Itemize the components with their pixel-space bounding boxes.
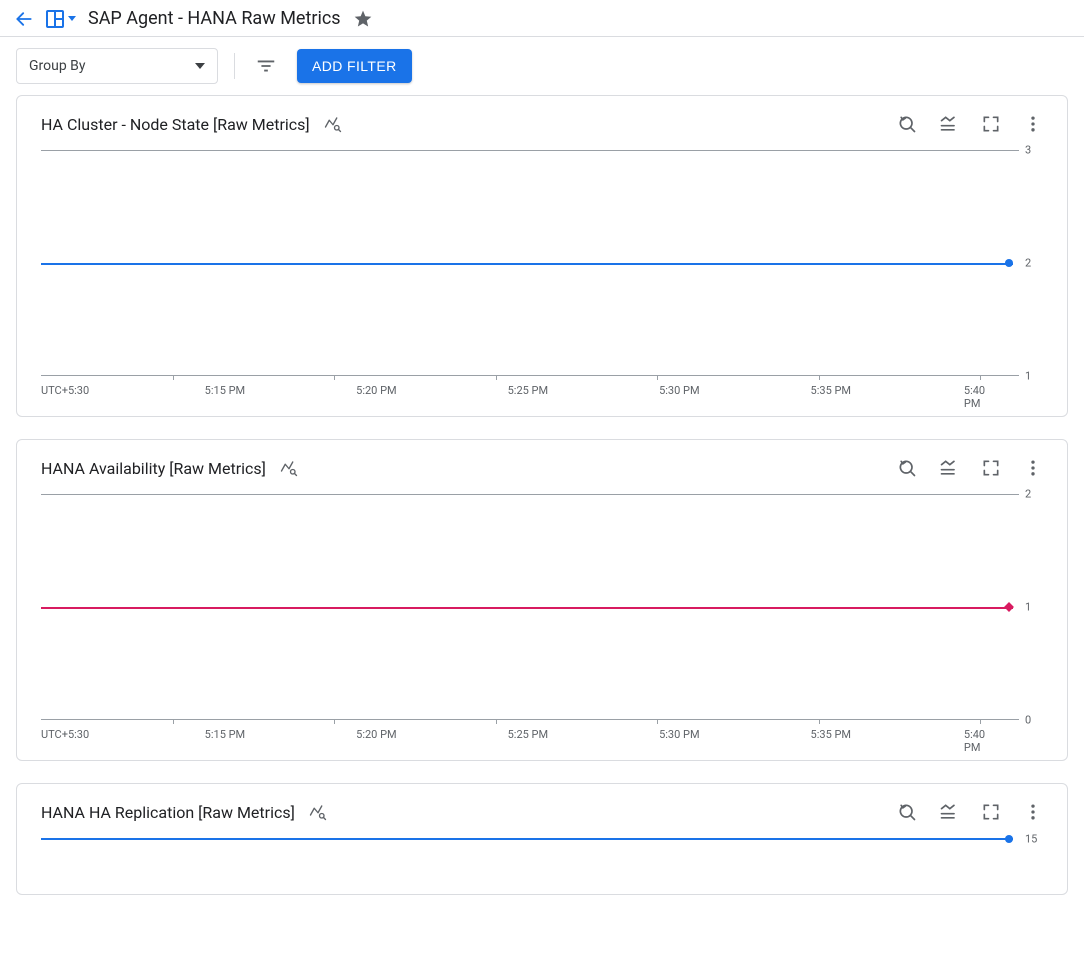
x-tick: [173, 375, 174, 380]
x-tick: [173, 719, 174, 724]
x-tick-label: 5:40 PM: [964, 728, 1001, 754]
series-line: [41, 838, 1013, 840]
chart-title: HANA Availability [Raw Metrics]: [41, 459, 266, 478]
metrics-explorer-icon[interactable]: [280, 459, 298, 477]
chart-card-actions: [897, 802, 1043, 822]
legend-toggle-icon[interactable]: [939, 114, 959, 134]
chart-title: HA Cluster - Node State [Raw Metrics]: [41, 115, 310, 134]
chart-plot-area[interactable]: [41, 150, 1019, 376]
chart-body: 15: [17, 832, 1067, 894]
page-header: SAP Agent - HANA Raw Metrics: [0, 0, 1084, 37]
x-tick-label: 5:35 PM: [811, 384, 851, 397]
x-tick-label: 5:15 PM: [205, 384, 245, 397]
toolbar-divider: [234, 53, 235, 79]
x-tick-label: 5:40 PM: [964, 384, 1001, 410]
chart-x-axis: UTC+5:30 5:15 PM 5:20 PM 5:25 PM 5:30 PM 5:3…: [41, 384, 1043, 398]
reset-zoom-icon[interactable]: [897, 114, 917, 134]
x-tick-label: 5:30 PM: [659, 728, 699, 741]
filter-icon[interactable]: [251, 51, 281, 81]
series-line: [41, 263, 1013, 265]
x-tick: [819, 719, 820, 724]
chart-card-header: HANA HA Replication [Raw Metrics]: [17, 784, 1067, 832]
fullscreen-icon[interactable]: [981, 114, 1001, 134]
back-arrow-icon[interactable]: [14, 9, 34, 29]
page-title: SAP Agent - HANA Raw Metrics: [88, 8, 341, 29]
series-marker: [1004, 602, 1014, 612]
x-tick: [334, 719, 335, 724]
add-filter-button[interactable]: ADD FILTER: [297, 49, 412, 83]
more-options-icon[interactable]: [1023, 114, 1043, 134]
chart-y-axis: 321: [1019, 150, 1043, 376]
group-by-dropdown[interactable]: Group By: [16, 48, 218, 84]
fullscreen-icon[interactable]: [981, 802, 1001, 822]
chart-card-header: HANA Availability [Raw Metrics]: [17, 440, 1067, 488]
y-tick-label: 2: [1025, 488, 1031, 501]
chart-card-header: HA Cluster - Node State [Raw Metrics]: [17, 96, 1067, 144]
chart-y-axis: 210: [1019, 494, 1043, 720]
more-options-icon[interactable]: [1023, 802, 1043, 822]
timezone-label: UTC+5:30: [41, 384, 101, 398]
chevron-down-icon: [68, 16, 76, 21]
x-tick: [980, 375, 981, 380]
metrics-explorer-icon[interactable]: [324, 115, 342, 133]
chart-card: HANA HA Replication [Raw Metrics]: [16, 783, 1068, 895]
more-options-icon[interactable]: [1023, 458, 1043, 478]
chart-body: 321 UTC+5:30 5:15 PM5:20 PM5:25 PM5:30 P…: [17, 144, 1067, 416]
y-tick-label: 15: [1025, 833, 1037, 846]
fullscreen-icon[interactable]: [981, 458, 1001, 478]
chart-title: HANA HA Replication [Raw Metrics]: [41, 803, 295, 822]
y-tick-label: 2: [1025, 257, 1031, 270]
chart-body: 210 UTC+5:30 5:15 PM5:20 PM5:25 PM5:30 P…: [17, 488, 1067, 760]
chart-card: HA Cluster - Node State [Raw Metrics]: [16, 95, 1068, 417]
x-tick: [657, 719, 658, 724]
reset-zoom-icon[interactable]: [897, 802, 917, 822]
y-tick-label: 0: [1025, 714, 1031, 727]
legend-toggle-icon[interactable]: [939, 802, 959, 822]
x-tick: [496, 375, 497, 380]
chart-card-list: HA Cluster - Node State [Raw Metrics]: [0, 95, 1084, 915]
chart-card-actions: [897, 458, 1043, 478]
x-tick: [980, 719, 981, 724]
x-tick: [334, 375, 335, 380]
dashboard-dropdown-icon[interactable]: [46, 10, 76, 28]
y-tick-label: 1: [1025, 370, 1031, 383]
reset-zoom-icon[interactable]: [897, 458, 917, 478]
x-tick-label: 5:20 PM: [356, 384, 396, 397]
filter-toolbar: Group By ADD FILTER: [0, 37, 1084, 95]
chart-card-actions: [897, 114, 1043, 134]
x-tick-label: 5:25 PM: [508, 384, 548, 397]
chevron-down-icon: [195, 63, 205, 69]
chart-y-axis: 15: [1019, 838, 1043, 844]
x-tick: [819, 375, 820, 380]
series-marker: [1005, 835, 1013, 843]
series-line: [41, 607, 1013, 609]
x-tick-label: 5:30 PM: [659, 384, 699, 397]
y-tick-label: 1: [1025, 601, 1031, 614]
x-tick-label: 5:25 PM: [508, 728, 548, 741]
chart-x-axis: UTC+5:30 5:15 PM 5:20 PM 5:25 PM 5:30 PM 5:3…: [41, 728, 1043, 742]
x-tick: [657, 375, 658, 380]
x-tick: [496, 719, 497, 724]
x-tick-label: 5:35 PM: [811, 728, 851, 741]
x-tick-label: 5:20 PM: [356, 728, 396, 741]
chart-card: HANA Availability [Raw Metrics]: [16, 439, 1068, 761]
y-tick-label: 3: [1025, 144, 1031, 157]
group-by-label: Group By: [29, 58, 86, 74]
chart-plot-area[interactable]: [41, 494, 1019, 720]
metrics-explorer-icon[interactable]: [309, 803, 327, 821]
favorite-star-icon[interactable]: [353, 9, 373, 29]
timezone-label: UTC+5:30: [41, 728, 101, 742]
series-marker: [1005, 259, 1013, 267]
chart-plot-area[interactable]: [41, 838, 1019, 844]
legend-toggle-icon[interactable]: [939, 458, 959, 478]
x-tick-label: 5:15 PM: [205, 728, 245, 741]
